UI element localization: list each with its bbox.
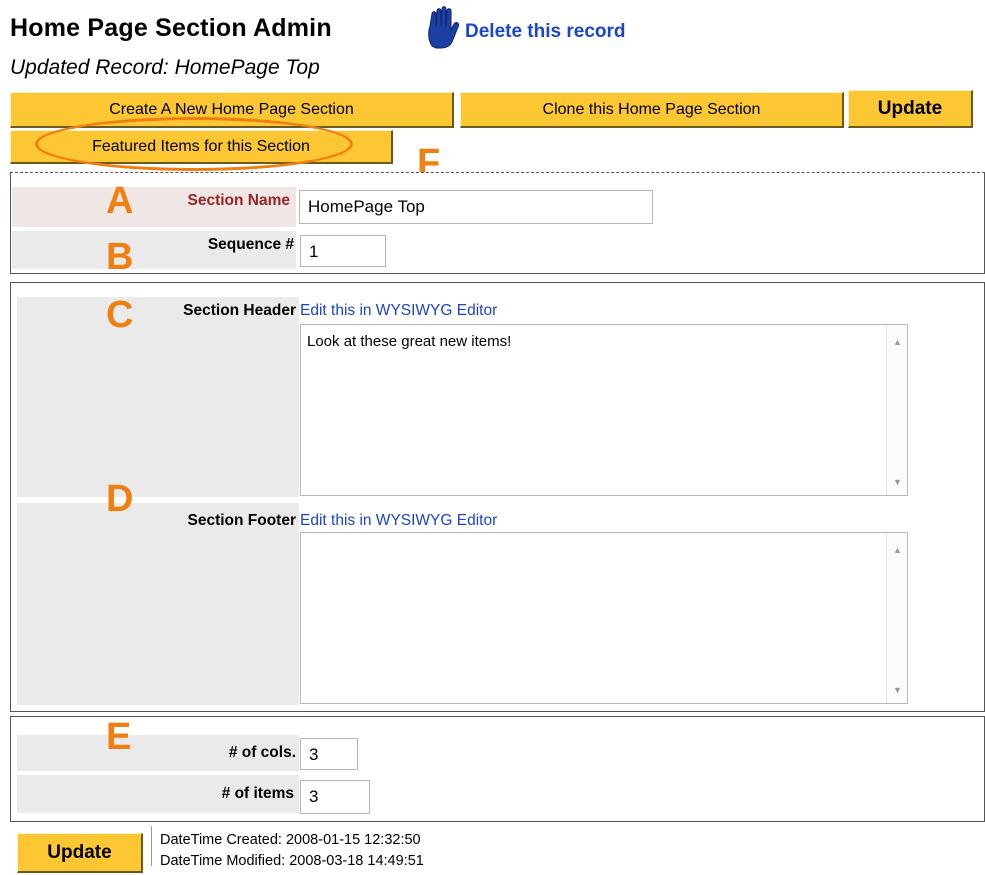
datetime-modified: DateTime Modified: 2008-03-18 14:49:51 <box>160 853 424 869</box>
cols-label: # of cols. <box>228 744 296 761</box>
items-input[interactable]: 3 <box>300 780 370 814</box>
footer-wysiwyg-link[interactable]: Edit this in WYSIWYG Editor <box>300 512 497 530</box>
section-footer-label: Section Footer <box>187 512 296 529</box>
cols-input[interactable]: 3 <box>300 738 358 770</box>
section-header-label: Section Header <box>183 302 296 319</box>
update-button-bottom[interactable]: Update <box>17 833 143 873</box>
update-button-top[interactable]: Update <box>848 90 973 128</box>
scroll-up-icon[interactable]: ▲ <box>893 545 902 555</box>
section-header-textarea[interactable]: Look at these great new items! ▲ ▼ <box>300 324 908 496</box>
row-bg-header <box>17 297 299 497</box>
section-layout-panel <box>10 716 985 822</box>
row-bg-footer <box>17 503 299 705</box>
scroll-down-icon[interactable]: ▼ <box>893 477 902 487</box>
section-footer-textarea[interactable]: ▲ ▼ <box>300 532 908 704</box>
sequence-label: Sequence # <box>207 236 294 253</box>
items-label: # of items <box>221 785 294 802</box>
hand-stop-icon[interactable] <box>424 6 464 50</box>
page-title: Home Page Section Admin <box>10 14 332 42</box>
scroll-down-icon[interactable]: ▼ <box>893 685 902 695</box>
sequence-input[interactable]: 1 <box>300 235 386 267</box>
updated-record-subtitle: Updated Record: HomePage Top <box>10 56 320 79</box>
annotation-letter-c: C <box>106 294 134 336</box>
section-header-text: Look at these great new items! <box>307 333 512 350</box>
annotation-letter-e: E <box>106 716 132 758</box>
annotation-letter-d: D <box>106 478 134 520</box>
section-name-input[interactable]: HomePage Top <box>299 190 653 224</box>
header-scrollbar[interactable]: ▲ ▼ <box>886 325 907 495</box>
create-section-button[interactable]: Create A New Home Page Section <box>10 92 454 128</box>
clone-section-button[interactable]: Clone this Home Page Section <box>460 92 844 128</box>
footer-scrollbar[interactable]: ▲ ▼ <box>886 533 907 703</box>
footer-divider <box>151 826 152 866</box>
featured-items-button[interactable]: Featured Items for this Section <box>10 130 393 164</box>
delete-record-link[interactable]: Delete this record <box>465 21 626 43</box>
header-wysiwyg-link[interactable]: Edit this in WYSIWYG Editor <box>300 302 497 320</box>
datetime-created: DateTime Created: 2008-01-15 12:32:50 <box>160 832 421 848</box>
scroll-up-icon[interactable]: ▲ <box>893 337 902 347</box>
section-name-label: Section Name <box>187 192 290 209</box>
